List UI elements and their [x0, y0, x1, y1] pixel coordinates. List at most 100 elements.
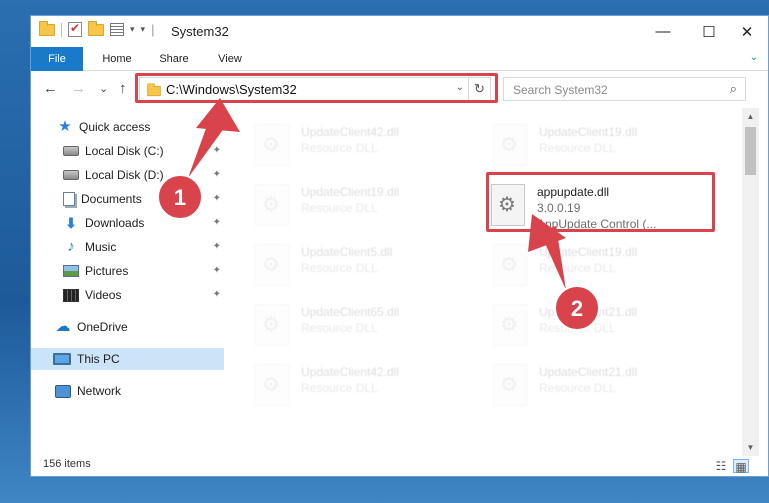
pin-icon[interactable]: ✦ [213, 169, 221, 180]
file-type: Resource DLL [301, 201, 378, 215]
sidebar-item-local-disk-c[interactable]: Local Disk (C:) ✦ [31, 140, 224, 162]
qat-customize-icon[interactable]: ▾ [141, 24, 146, 35]
file-name: UpdateClient5.dll [301, 245, 393, 259]
sidebar-item-label: This PC [77, 352, 120, 366]
sidebar-item-label: Network [77, 384, 122, 398]
music-icon: ♪ [67, 238, 75, 255]
file-type: Resource DLL [539, 141, 616, 155]
qat-dropdown-icon[interactable]: ▾ [130, 24, 135, 35]
sidebar-item-label: Pictures [85, 264, 129, 278]
file-name: UpdateClient21.dll [539, 365, 638, 379]
file-item[interactable]: ⚙ UpdateClient21.dll Resource DLL [491, 301, 711, 351]
downloads-icon: ⬇ [65, 215, 77, 231]
sidebar-item-label: Music [85, 240, 117, 254]
minimize-button[interactable]: — [640, 16, 686, 47]
ribbon-tabs: File Home Share View ⌄ [31, 47, 768, 71]
sidebar-item-music[interactable]: ♪ Music ✦ [31, 236, 224, 258]
file-name: UpdateClient42.dll [301, 125, 400, 139]
file-item[interactable]: ⚙ UpdateClient19.dll Resource DLL [491, 121, 711, 171]
pin-icon[interactable]: ✦ [213, 265, 221, 276]
file-type: Resource DLL [301, 381, 378, 395]
videos-icon [63, 288, 79, 302]
file-item[interactable]: ⚙ UpdateClient42.dll Resource DLL [253, 121, 473, 171]
file-type: Resource DLL [539, 261, 616, 275]
properties-check-icon[interactable] [68, 21, 82, 37]
disk-icon [63, 170, 79, 180]
file-name: UpdateClient19.dll [539, 125, 638, 139]
properties-icon[interactable] [110, 23, 124, 36]
ribbon-expand-icon[interactable]: ⌄ [750, 52, 758, 63]
tab-view[interactable]: View [207, 47, 253, 71]
network-icon [55, 384, 71, 398]
new-folder-icon[interactable] [88, 20, 104, 36]
dll-file-icon: ⚙ [493, 304, 527, 346]
sidebar-item-downloads[interactable]: ⬇ Downloads ✦ [31, 212, 224, 234]
star-icon: ★ [58, 118, 72, 135]
pin-icon[interactable]: ✦ [213, 193, 221, 204]
file-item[interactable]: ⚙ UpdateClient19.dll Resource DLL [491, 241, 711, 291]
sidebar-item-label: Quick access [79, 120, 151, 134]
pin-icon[interactable]: ✦ [213, 217, 221, 228]
pin-icon[interactable]: ✦ [213, 145, 221, 156]
file-name: UpdateClient65.dll [301, 305, 400, 319]
address-highlight-box [135, 73, 498, 103]
tab-home[interactable]: Home [93, 47, 141, 71]
file-type: Resource DLL [539, 321, 616, 335]
dll-file-icon: ⚙ [493, 124, 527, 166]
sidebar-item-label: Local Disk (D:) [85, 168, 164, 182]
sidebar-item-quick-access[interactable]: ★ Quick access [31, 116, 224, 138]
file-item[interactable]: ⚙ UpdateClient21.dll Resource DLL [491, 361, 711, 411]
up-button[interactable]: ↑ [119, 80, 127, 97]
sidebar-item-label: OneDrive [77, 320, 128, 334]
file-item[interactable]: ⚙ UpdateClient5.dll Resource DLL [253, 241, 473, 291]
item-count: 156 items [43, 458, 91, 470]
file-name: UpdateClient21.dll [539, 305, 638, 319]
recent-locations-button[interactable]: ⌄ [99, 82, 108, 95]
sidebar-item-local-disk-d[interactable]: Local Disk (D:) ✦ [31, 164, 224, 186]
details-view-icon[interactable]: ☷ [713, 459, 729, 473]
documents-icon [63, 192, 75, 206]
sidebar-item-onedrive[interactable]: ☁ OneDrive [31, 316, 224, 338]
sidebar-item-network[interactable]: Network [31, 380, 224, 402]
close-button[interactable]: ✕ [724, 16, 768, 47]
folder-icon [39, 20, 55, 36]
sidebar-item-documents[interactable]: Documents ✦ [31, 188, 224, 210]
forward-button[interactable]: → [71, 80, 86, 97]
dll-file-icon: ⚙ [255, 304, 289, 346]
scroll-up-icon[interactable]: ▲ [742, 108, 759, 125]
window-title: System32 [171, 24, 229, 39]
quick-access-toolbar: ▾ ▾ | [39, 20, 154, 37]
file-name: UpdateClient42.dll [301, 365, 400, 379]
scrollbar-thumb[interactable] [745, 127, 756, 175]
scroll-down-icon[interactable]: ▼ [742, 439, 759, 456]
search-box[interactable]: Search System32 ⌕ [503, 77, 746, 101]
sidebar-item-pictures[interactable]: Pictures ✦ [31, 260, 224, 282]
navigation-pane: ★ Quick access Local Disk (C:) ✦ Local D… [31, 116, 226, 456]
pictures-icon [63, 265, 79, 277]
pin-icon[interactable]: ✦ [213, 241, 221, 252]
sidebar-item-label: Documents [81, 192, 142, 206]
file-name: UpdateClient19.dll [539, 245, 638, 259]
search-input[interactable]: Search System32 [513, 83, 608, 97]
tab-file[interactable]: File [31, 47, 83, 71]
status-bar: 156 items ☷ ▦ [31, 456, 768, 476]
sidebar-item-videos[interactable]: Videos ✦ [31, 284, 224, 306]
title-bar: ▾ ▾ | System32 — ☐ ✕ [31, 16, 768, 47]
back-button[interactable]: ← [43, 80, 58, 97]
tiles-view-icon[interactable]: ▦ [733, 459, 749, 474]
vertical-scrollbar[interactable]: ▲ ▼ [742, 108, 759, 456]
file-item[interactable]: ⚙ UpdateClient19.dll Resource DLL [253, 181, 473, 231]
file-item[interactable]: ⚙ UpdateClient65.dll Resource DLL [253, 301, 473, 351]
tab-share[interactable]: Share [151, 47, 197, 71]
sidebar-item-label: Videos [85, 288, 122, 302]
disk-icon [63, 146, 79, 156]
pin-icon[interactable]: ✦ [213, 289, 221, 300]
this-pc-icon [53, 353, 71, 365]
dll-file-icon: ⚙ [255, 124, 289, 166]
file-type: Resource DLL [301, 321, 378, 335]
dll-file-icon: ⚙ [493, 244, 527, 286]
sidebar-item-this-pc[interactable]: This PC [31, 348, 224, 370]
file-item[interactable]: ⚙ UpdateClient42.dll Resource DLL [253, 361, 473, 411]
search-icon[interactable]: ⌕ [730, 81, 737, 97]
dll-file-icon: ⚙ [255, 184, 289, 226]
